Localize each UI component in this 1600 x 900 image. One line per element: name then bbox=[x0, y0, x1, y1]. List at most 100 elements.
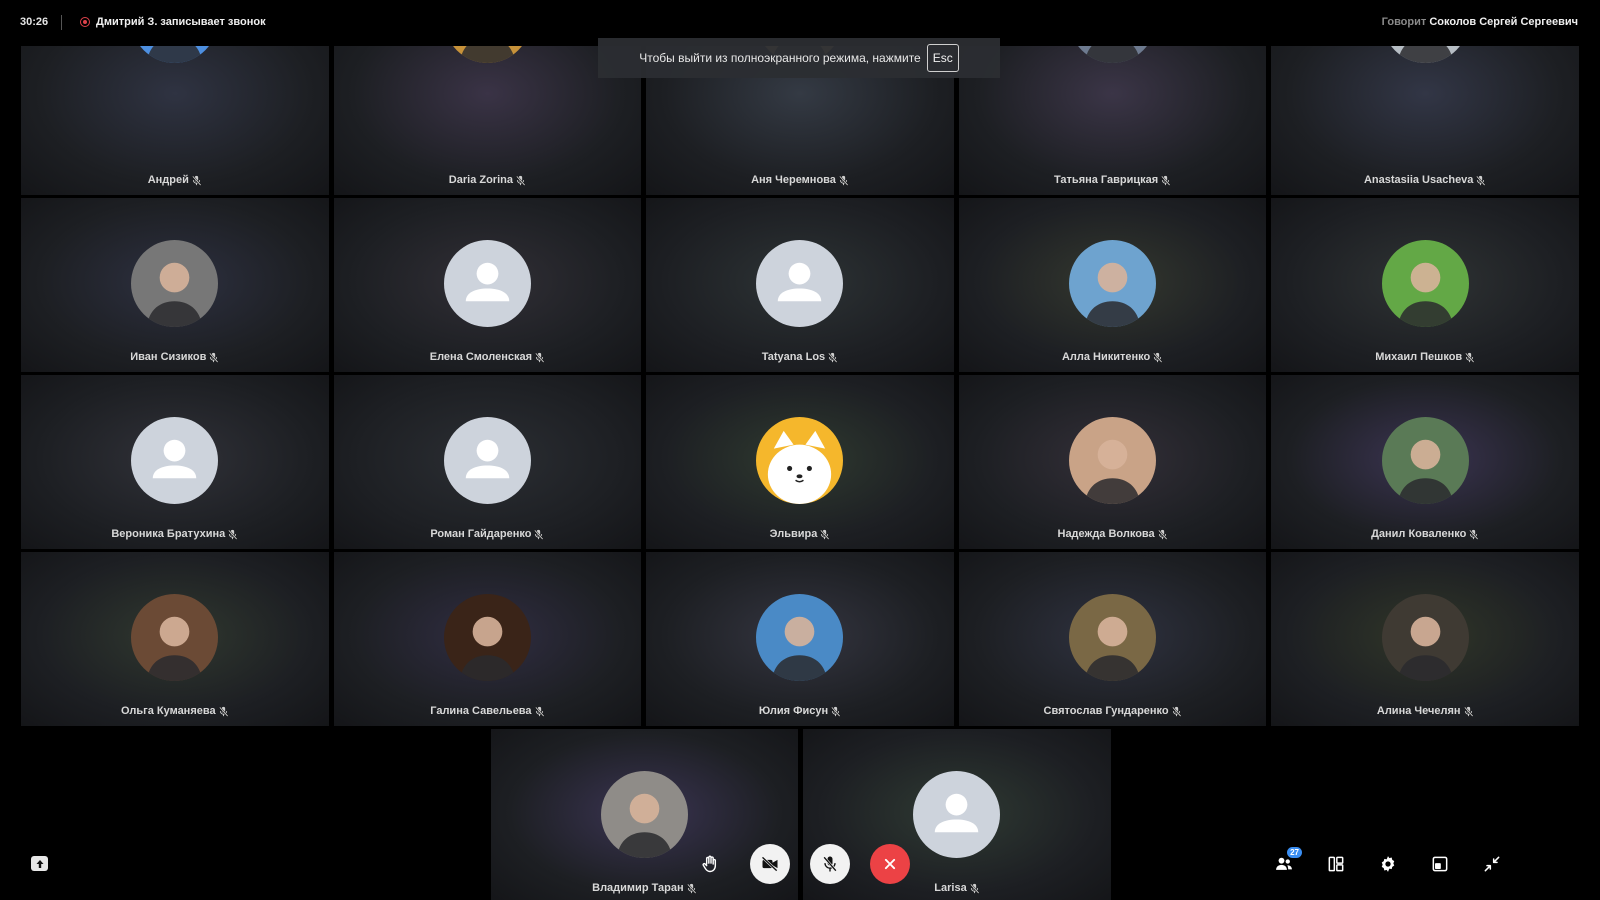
participant-avatar bbox=[1381, 594, 1469, 681]
mic-off-button[interactable] bbox=[810, 844, 850, 884]
participant-name: Андрей bbox=[147, 174, 189, 186]
participant-avatar bbox=[1381, 240, 1469, 327]
mic-off-icon bbox=[208, 352, 219, 363]
participant-name: Татьяна Гаврицкая bbox=[1053, 174, 1159, 186]
mic-off-icon bbox=[218, 706, 229, 717]
mic-off-icon bbox=[1464, 352, 1475, 363]
participant-avatar bbox=[1069, 240, 1157, 327]
participant-name: Роман Гайдаренко bbox=[430, 528, 532, 540]
participant-tile[interactable]: Надежда Волкова bbox=[958, 375, 1267, 549]
participants-button[interactable]: 27 bbox=[1272, 847, 1302, 876]
participant-tile[interactable]: Иван Сизиков bbox=[21, 198, 329, 372]
participant-name-row: Аня Черемнова bbox=[646, 174, 954, 186]
participant-name: Ольга Куманяева bbox=[120, 705, 216, 717]
participant-tile[interactable]: Елена Смоленская bbox=[333, 198, 642, 372]
participant-tile[interactable]: Святослав Гундаренко bbox=[958, 552, 1267, 726]
participant-name-row: Эльвира bbox=[646, 528, 954, 540]
participant-tile[interactable]: Эльвира bbox=[646, 375, 954, 549]
mic-off-icon bbox=[1463, 706, 1474, 717]
participant-name: Юлия Фисун bbox=[758, 705, 829, 717]
recording-indicator: Дмитрий З. записывает звонок bbox=[80, 16, 266, 28]
participant-name-row: Daria Zorina bbox=[334, 174, 642, 186]
mic-off-icon bbox=[823, 856, 837, 872]
participant-name-row: Anastasiia Usacheva bbox=[1271, 174, 1579, 186]
participant-tile[interactable]: Юлия Фисун bbox=[646, 552, 954, 726]
participant-avatar bbox=[131, 594, 219, 681]
mic-off-icon bbox=[534, 706, 545, 717]
mic-off-icon bbox=[830, 706, 841, 717]
share-screen-icon[interactable] bbox=[31, 856, 48, 871]
participant-name-row: Галина Савельева bbox=[334, 705, 642, 717]
exit-fullscreen-icon[interactable] bbox=[1480, 852, 1504, 876]
participant-tile[interactable]: Михаил Пешков bbox=[1271, 198, 1579, 372]
participant-name: Daria Zorina bbox=[448, 174, 513, 186]
mic-off-icon bbox=[534, 352, 545, 363]
participant-name: Галина Савельева bbox=[430, 705, 532, 717]
mic-off-icon bbox=[227, 529, 238, 540]
mic-off-icon bbox=[533, 529, 544, 540]
participant-name: Михаил Пешков bbox=[1375, 351, 1463, 363]
call-controls-bar: 27 bbox=[0, 832, 1600, 900]
participant-grid: Андрей Daria Zorina Аня Черемнова Татьяна Г… bbox=[21, 0, 1579, 900]
participant-name-row: Роман Гайдаренко bbox=[334, 528, 642, 540]
participant-name: Вероника Братухина bbox=[111, 528, 226, 540]
participant-name-row: Елена Смоленская bbox=[334, 351, 642, 363]
participant-name-row: Святослав Гундаренко bbox=[959, 705, 1267, 717]
camera-off-icon bbox=[761, 856, 778, 872]
default-avatar-icon bbox=[756, 240, 844, 327]
participant-name: Святослав Гундаренко bbox=[1043, 705, 1169, 717]
participant-avatar bbox=[756, 594, 844, 681]
participant-name: Елена Смоленская bbox=[429, 351, 533, 363]
participant-name: Tatyana Los bbox=[761, 351, 826, 363]
participant-avatar bbox=[1381, 417, 1469, 504]
layout-icon[interactable] bbox=[1324, 852, 1348, 876]
participant-name: Anastasiia Usacheva bbox=[1363, 174, 1474, 186]
participants-count-badge: 27 bbox=[1287, 847, 1302, 858]
default-avatar-icon bbox=[443, 417, 531, 504]
mic-off-icon bbox=[819, 529, 830, 540]
participant-name-row: Андрей bbox=[21, 174, 329, 186]
participant-name-row: Данил Коваленко bbox=[1271, 528, 1579, 540]
settings-icon[interactable] bbox=[1376, 852, 1400, 876]
participant-name-row: Алла Никитенко bbox=[959, 351, 1267, 363]
participant-tile[interactable]: Вероника Братухина bbox=[21, 375, 329, 549]
mic-off-icon bbox=[1475, 175, 1486, 186]
mic-off-icon bbox=[515, 175, 526, 186]
participant-name-row: Татьяна Гаврицкая bbox=[959, 174, 1267, 186]
picture-in-picture-icon[interactable] bbox=[1428, 852, 1452, 876]
default-avatar-icon bbox=[131, 417, 219, 504]
participant-avatar bbox=[756, 417, 844, 504]
participant-name-row: Вероника Братухина bbox=[21, 528, 329, 540]
camera-off-button[interactable] bbox=[750, 844, 790, 884]
participant-name-row: Ольга Куманяева bbox=[21, 705, 329, 717]
participant-tile[interactable]: Алина Чечелян bbox=[1271, 552, 1579, 726]
participant-name-row: Михаил Пешков bbox=[1271, 351, 1579, 363]
participant-name: Иван Сизиков bbox=[130, 351, 207, 363]
end-call-button[interactable] bbox=[870, 844, 910, 884]
participant-name: Эльвира bbox=[769, 528, 818, 540]
participant-tile[interactable]: Алла Никитенко bbox=[958, 198, 1267, 372]
participant-tile[interactable]: Галина Савельева bbox=[333, 552, 642, 726]
participant-name-row: Алина Чечелян bbox=[1271, 705, 1579, 717]
mic-off-icon bbox=[1157, 529, 1168, 540]
recording-text: Дмитрий З. записывает звонок bbox=[96, 16, 266, 28]
participant-name-row: Юлия Фисун bbox=[646, 705, 954, 717]
active-speaker: Говорит Соколов Сергей Сергеевич bbox=[1382, 16, 1578, 28]
mic-off-icon bbox=[1468, 529, 1479, 540]
participant-tile[interactable]: Tatyana Los bbox=[646, 198, 954, 372]
participant-tile[interactable]: Роман Гайдаренко bbox=[333, 375, 642, 549]
participant-avatar bbox=[1069, 594, 1157, 681]
participant-name-row: Иван Сизиков bbox=[21, 351, 329, 363]
mic-off-icon bbox=[827, 352, 838, 363]
end-call-icon bbox=[884, 858, 896, 870]
speaking-name: Соколов Сергей Сергеевич bbox=[1429, 16, 1578, 28]
participant-name: Алла Никитенко bbox=[1061, 351, 1151, 363]
participant-name: Алина Чечелян bbox=[1376, 705, 1461, 717]
participant-name-row: Tatyana Los bbox=[646, 351, 954, 363]
participant-tile[interactable]: Данил Коваленко bbox=[1271, 375, 1579, 549]
default-avatar-icon bbox=[443, 240, 531, 327]
raise-hand-icon[interactable] bbox=[698, 852, 722, 876]
participant-avatar bbox=[1069, 417, 1157, 504]
mic-off-icon bbox=[1152, 352, 1163, 363]
participant-tile[interactable]: Ольга Куманяева bbox=[21, 552, 329, 726]
